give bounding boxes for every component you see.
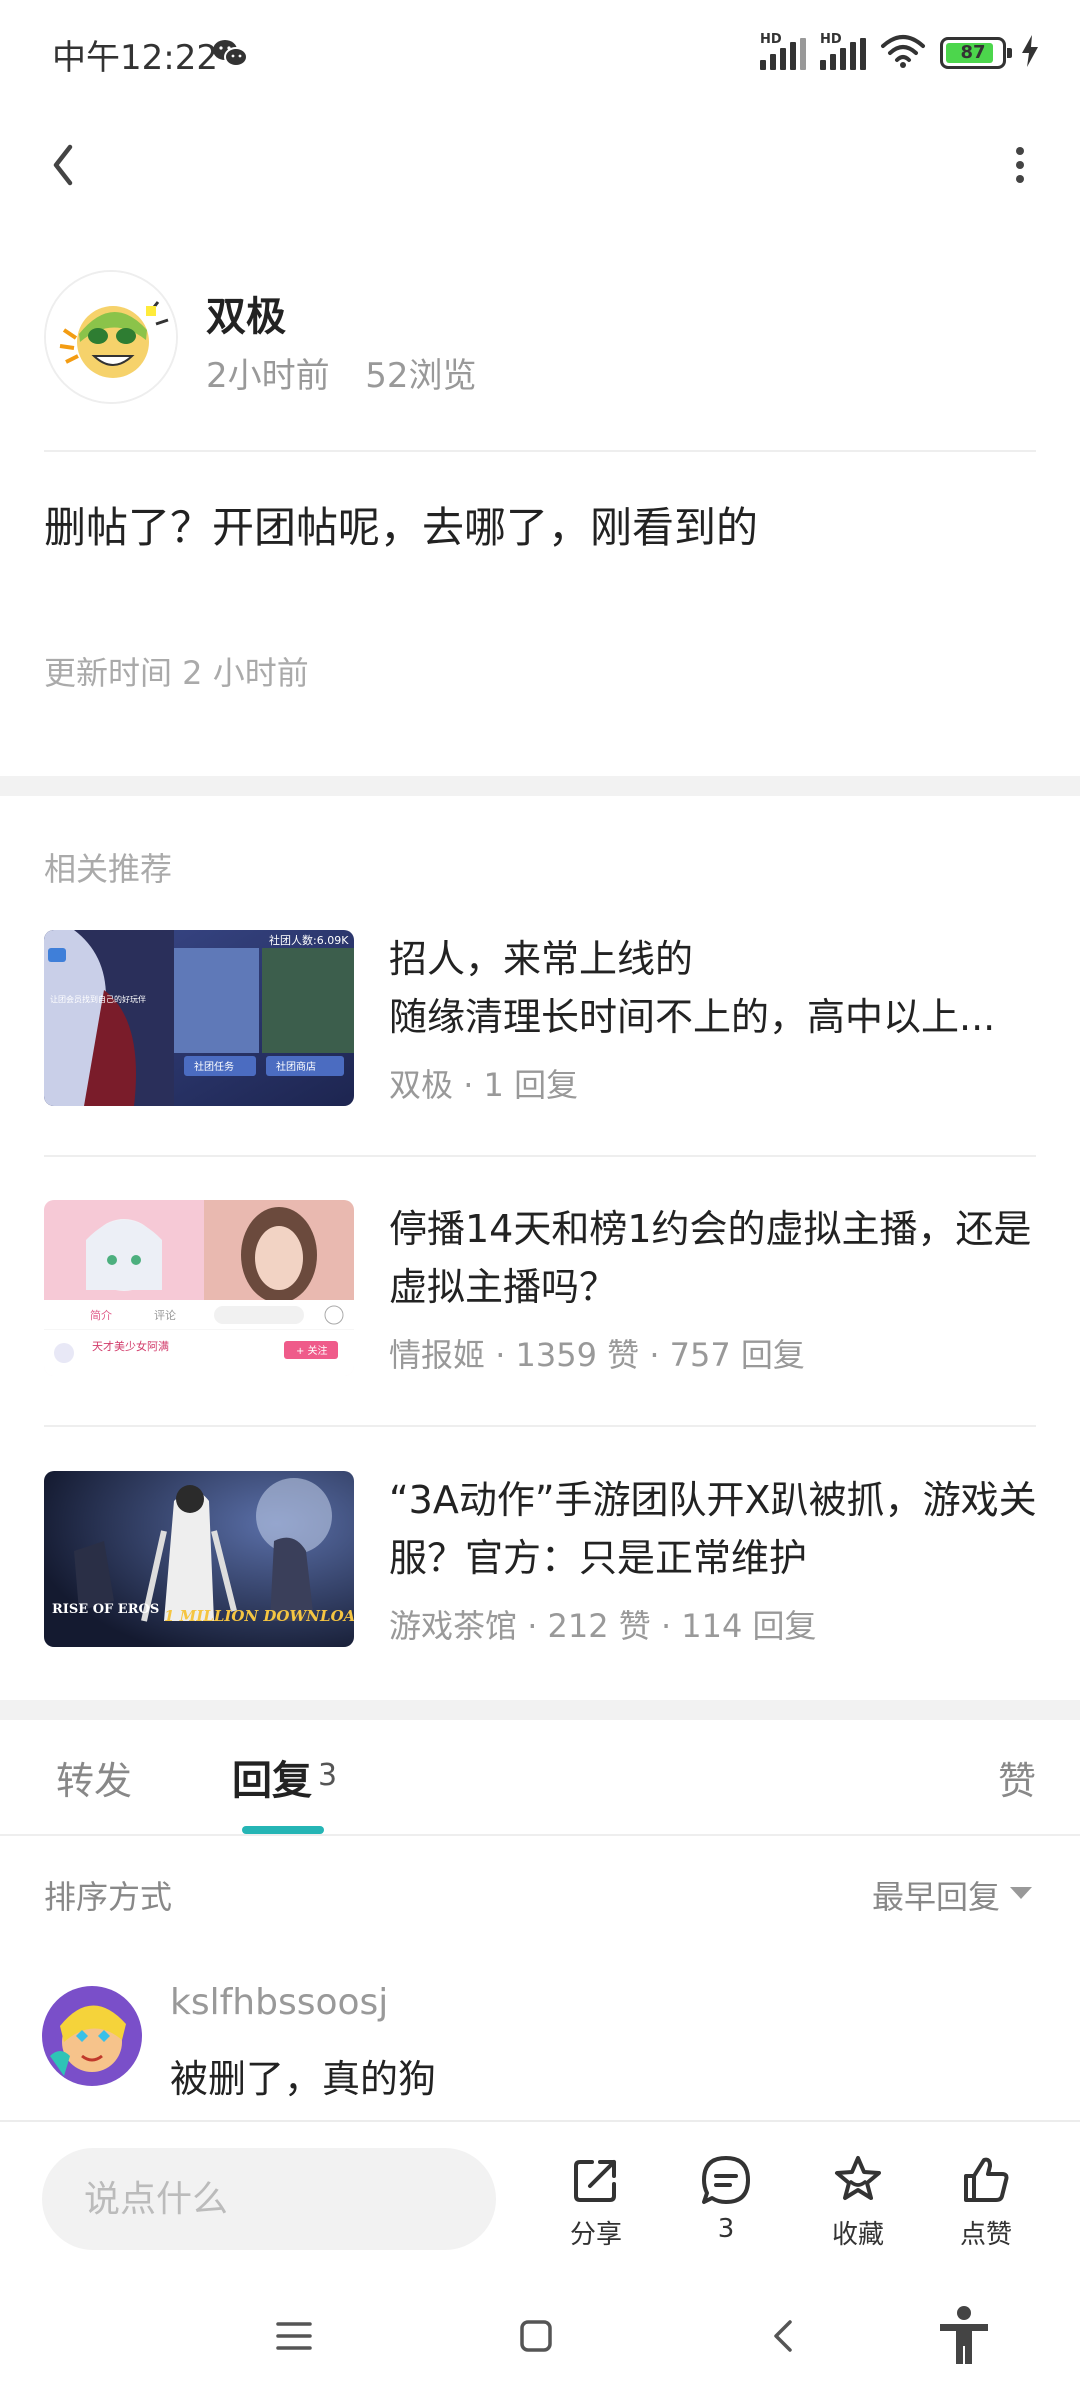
star-icon [835,2156,881,2200]
recommendation-stats: 1 回复 [483,1066,579,1104]
comment-icon [702,2156,750,2204]
charging-icon [1020,35,1040,71]
thumb-text: 让团会员找到自己的好玩伴 [50,994,146,1004]
more-button[interactable] [990,135,1050,195]
caret-down-icon[interactable] [1010,1887,1032,1899]
wifi-icon [880,34,926,72]
battery-level: 87 [960,42,986,63]
recommendation-title: 招人，来常上线的 随缘清理长时间不上的，高中以上... [389,937,996,1039]
accessibility-icon[interactable] [934,2304,994,2368]
divider [0,1834,1080,1836]
menu-icon[interactable] [272,2314,316,2358]
recommendation-source: 情报姬 [389,1336,486,1374]
cellular-signal-icon: HD [820,32,866,70]
post-body: 删帖了？开团帖呢，去哪了，刚看到的 [44,503,759,552]
back-button[interactable] [40,135,100,195]
status-bar: 中午12:22 HD HD 87 [0,0,1080,110]
divider [44,1425,1036,1427]
recommendation-item[interactable]: 社团人数:6.09K 社团任务 社团商店 让团会员找到自己的好玩伴 招人，来常上… [44,930,1036,1106]
comment-input-wrapper[interactable] [42,2148,496,2250]
thumb-text: 社团任务 [194,1060,234,1073]
thumb-text: 评论 [154,1308,176,1322]
like-button[interactable]: 点赞 [936,2152,1036,2262]
post-time: 2小时前 [206,356,330,396]
recommendation-thumbnail: 社团人数:6.09K 社团任务 社团商店 让团会员找到自己的好玩伴 [44,930,354,1106]
tab-reply-count: 3 [318,1758,338,1793]
thumb-text: + 关注 [296,1344,328,1357]
back-icon [53,144,73,186]
tab-forward[interactable]: 转发 [56,1750,132,1805]
post-meta: 2小时前 52浏览 [206,348,477,397]
author-name[interactable]: 双极 [206,284,286,342]
recommendation-stats: 1359 赞 · 757 回复 [515,1336,805,1374]
wechat-icon [212,38,248,72]
author-avatar[interactable] [44,270,178,404]
thumb-text: 社团商店 [276,1060,316,1073]
thumb-text: RISE OF EROS [52,1602,159,1617]
recommendation-meta: 情报姬 · 1359 赞 · 757 回复 [389,1336,805,1374]
thumb-text: 简介 [90,1308,112,1322]
tab-indicator [242,1826,324,1834]
comment-username[interactable]: kslfhbssoosj [170,1982,388,2023]
recommendation-stats: 212 赞 · 114 回复 [547,1607,817,1645]
section-separator [0,1700,1080,1720]
post-views: 52浏览 [365,356,477,396]
bottom-action-bar: 分享 3 收藏 点赞 [0,2120,1080,2270]
recommendation-source: 双极 [389,1066,454,1104]
share-icon [574,2160,616,2202]
recommendation-meta: 游戏茶馆 · 212 赞 · 114 回复 [389,1607,817,1645]
top-nav [0,110,1080,220]
favorite-label: 收藏 [831,2220,884,2250]
tab-reply[interactable]: 回复 [232,1748,312,1806]
system-navigation-bar [0,2272,1080,2400]
back-nav-icon[interactable] [762,2314,806,2358]
divider [44,450,1036,452]
recommendation-source: 游戏茶馆 [389,1607,518,1645]
tab-like[interactable]: 赞 [998,1750,1036,1805]
share-label: 分享 [569,2220,622,2250]
like-label: 点赞 [959,2220,1012,2250]
recommendation-title: “3A动作”手游团队开X趴被抓，游戏关服？官方：只是正常维护 [389,1478,1037,1580]
recommendations-heading: 相关推荐 [44,850,173,888]
divider [44,1155,1036,1157]
section-separator [0,776,1080,796]
comment-input[interactable] [42,2148,496,2250]
more-icon [1016,147,1024,183]
sort-label: 排序方式 [44,1878,173,1916]
comment-text: 被删了，真的狗 [170,2057,437,2101]
comments-count-label: 3 [717,2214,735,2244]
recommendation-item[interactable]: 简介 评论 天才美少女阿满 + 关注 停播14天和榜1约会的虚拟主播，还是虚拟主… [44,1200,1036,1376]
home-icon[interactable] [514,2314,558,2358]
recommendation-thumbnail: 简介 评论 天才美少女阿满 + 关注 [44,1200,354,1376]
recommendation-meta: 双极 · 1 回复 [389,1066,579,1104]
thumb-text: 1 MILLION DOWNLOADS! [164,1607,354,1625]
sort-dropdown[interactable]: 最早回复 [872,1872,1000,1918]
recommendation-item[interactable]: RISE OF EROS 1 MILLION DOWNLOADS! “3A动作”… [44,1471,1037,1647]
recommendation-thumbnail: RISE OF EROS 1 MILLION DOWNLOADS! [44,1471,354,1647]
thumbs-up-icon [964,2157,1009,2202]
favorite-button[interactable]: 收藏 [808,2152,908,2262]
comment-avatar[interactable] [42,1986,142,2086]
recommendation-title: 停播14天和榜1约会的虚拟主播，还是虚拟主播吗？ [389,1207,1032,1309]
share-button[interactable]: 分享 [546,2152,646,2262]
update-time: 更新时间 2 小时前 [44,654,309,692]
thumb-text: 社团人数:6.09K [269,933,349,947]
cellular-signal-icon: HD [760,32,806,70]
battery-icon: 87 [940,37,1012,69]
thumb-text: 天才美少女阿满 [92,1339,169,1353]
status-time: 中午12:22 [52,38,218,78]
comments-button[interactable]: 3 [676,2152,776,2262]
